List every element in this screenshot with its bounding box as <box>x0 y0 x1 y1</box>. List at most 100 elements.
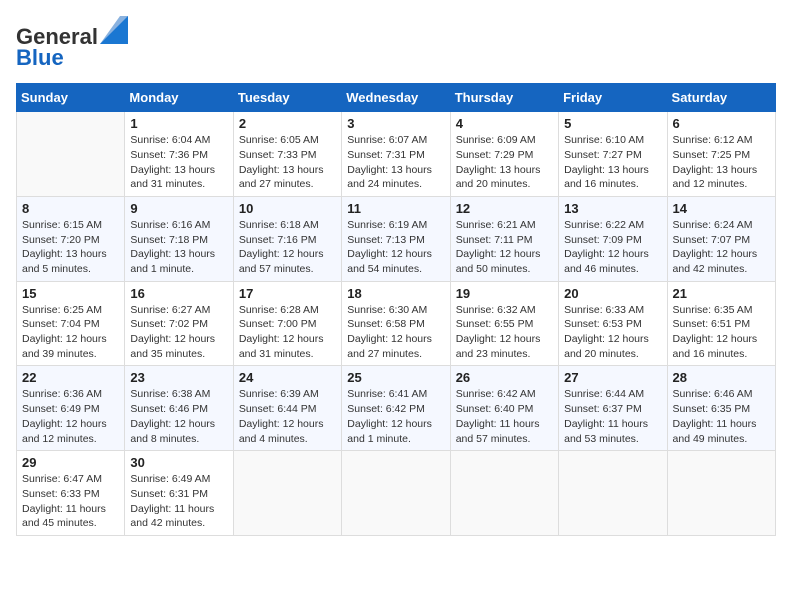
day-info: Sunrise: 6:28 AMSunset: 7:00 PMDaylight:… <box>239 304 324 360</box>
day-info: Sunrise: 6:36 AMSunset: 6:49 PMDaylight:… <box>22 388 107 444</box>
col-thursday: Thursday <box>450 84 558 112</box>
day-info: Sunrise: 6:32 AMSunset: 6:55 PMDaylight:… <box>456 304 541 360</box>
table-row <box>342 451 450 536</box>
logo-icon <box>100 16 128 44</box>
table-row: 16 Sunrise: 6:27 AMSunset: 7:02 PMDaylig… <box>125 281 233 366</box>
calendar-week-row: 1 Sunrise: 6:04 AMSunset: 7:36 PMDayligh… <box>17 112 776 197</box>
day-number: 27 <box>564 370 661 385</box>
day-number: 21 <box>673 286 770 301</box>
table-row: 1 Sunrise: 6:04 AMSunset: 7:36 PMDayligh… <box>125 112 233 197</box>
day-number: 24 <box>239 370 336 385</box>
col-monday: Monday <box>125 84 233 112</box>
calendar-week-row: 15 Sunrise: 6:25 AMSunset: 7:04 PMDaylig… <box>17 281 776 366</box>
table-row: 26 Sunrise: 6:42 AMSunset: 6:40 PMDaylig… <box>450 366 558 451</box>
table-row: 4 Sunrise: 6:09 AMSunset: 7:29 PMDayligh… <box>450 112 558 197</box>
calendar-week-row: 8 Sunrise: 6:15 AMSunset: 7:20 PMDayligh… <box>17 196 776 281</box>
day-info: Sunrise: 6:22 AMSunset: 7:09 PMDaylight:… <box>564 219 649 275</box>
table-row <box>450 451 558 536</box>
col-sunday: Sunday <box>17 84 125 112</box>
day-info: Sunrise: 6:09 AMSunset: 7:29 PMDaylight:… <box>456 134 541 190</box>
table-row: 3 Sunrise: 6:07 AMSunset: 7:31 PMDayligh… <box>342 112 450 197</box>
day-number: 4 <box>456 116 553 131</box>
table-row: 5 Sunrise: 6:10 AMSunset: 7:27 PMDayligh… <box>559 112 667 197</box>
day-info: Sunrise: 6:42 AMSunset: 6:40 PMDaylight:… <box>456 388 540 444</box>
table-row: 9 Sunrise: 6:16 AMSunset: 7:18 PMDayligh… <box>125 196 233 281</box>
calendar-header-row: Sunday Monday Tuesday Wednesday Thursday… <box>17 84 776 112</box>
table-row: 18 Sunrise: 6:30 AMSunset: 6:58 PMDaylig… <box>342 281 450 366</box>
calendar-week-row: 29 Sunrise: 6:47 AMSunset: 6:33 PMDaylig… <box>17 451 776 536</box>
day-number: 15 <box>22 286 119 301</box>
table-row: 2 Sunrise: 6:05 AMSunset: 7:33 PMDayligh… <box>233 112 341 197</box>
logo-blue-text: Blue <box>16 45 64 70</box>
table-row: 29 Sunrise: 6:47 AMSunset: 6:33 PMDaylig… <box>17 451 125 536</box>
day-info: Sunrise: 6:46 AMSunset: 6:35 PMDaylight:… <box>673 388 757 444</box>
table-row: 27 Sunrise: 6:44 AMSunset: 6:37 PMDaylig… <box>559 366 667 451</box>
day-number: 17 <box>239 286 336 301</box>
table-row: 10 Sunrise: 6:18 AMSunset: 7:16 PMDaylig… <box>233 196 341 281</box>
day-info: Sunrise: 6:38 AMSunset: 6:46 PMDaylight:… <box>130 388 215 444</box>
col-wednesday: Wednesday <box>342 84 450 112</box>
page-header: General Blue <box>16 16 776 71</box>
day-info: Sunrise: 6:35 AMSunset: 6:51 PMDaylight:… <box>673 304 758 360</box>
table-row: 15 Sunrise: 6:25 AMSunset: 7:04 PMDaylig… <box>17 281 125 366</box>
day-info: Sunrise: 6:10 AMSunset: 7:27 PMDaylight:… <box>564 134 649 190</box>
day-info: Sunrise: 6:39 AMSunset: 6:44 PMDaylight:… <box>239 388 324 444</box>
day-number: 16 <box>130 286 227 301</box>
table-row <box>233 451 341 536</box>
table-row: 19 Sunrise: 6:32 AMSunset: 6:55 PMDaylig… <box>450 281 558 366</box>
table-row: 17 Sunrise: 6:28 AMSunset: 7:00 PMDaylig… <box>233 281 341 366</box>
table-row: 24 Sunrise: 6:39 AMSunset: 6:44 PMDaylig… <box>233 366 341 451</box>
day-info: Sunrise: 6:07 AMSunset: 7:31 PMDaylight:… <box>347 134 432 190</box>
day-info: Sunrise: 6:05 AMSunset: 7:33 PMDaylight:… <box>239 134 324 190</box>
day-number: 3 <box>347 116 444 131</box>
col-saturday: Saturday <box>667 84 775 112</box>
day-number: 13 <box>564 201 661 216</box>
day-info: Sunrise: 6:41 AMSunset: 6:42 PMDaylight:… <box>347 388 432 444</box>
day-number: 10 <box>239 201 336 216</box>
table-row <box>667 451 775 536</box>
day-number: 22 <box>22 370 119 385</box>
day-number: 25 <box>347 370 444 385</box>
day-info: Sunrise: 6:25 AMSunset: 7:04 PMDaylight:… <box>22 304 107 360</box>
calendar-week-row: 22 Sunrise: 6:36 AMSunset: 6:49 PMDaylig… <box>17 366 776 451</box>
day-number: 20 <box>564 286 661 301</box>
table-row: 12 Sunrise: 6:21 AMSunset: 7:11 PMDaylig… <box>450 196 558 281</box>
day-number: 28 <box>673 370 770 385</box>
day-info: Sunrise: 6:33 AMSunset: 6:53 PMDaylight:… <box>564 304 649 360</box>
day-info: Sunrise: 6:21 AMSunset: 7:11 PMDaylight:… <box>456 219 541 275</box>
table-row: 20 Sunrise: 6:33 AMSunset: 6:53 PMDaylig… <box>559 281 667 366</box>
day-number: 9 <box>130 201 227 216</box>
day-number: 23 <box>130 370 227 385</box>
day-info: Sunrise: 6:44 AMSunset: 6:37 PMDaylight:… <box>564 388 648 444</box>
day-info: Sunrise: 6:04 AMSunset: 7:36 PMDaylight:… <box>130 134 215 190</box>
day-number: 29 <box>22 455 119 470</box>
day-info: Sunrise: 6:27 AMSunset: 7:02 PMDaylight:… <box>130 304 215 360</box>
day-number: 30 <box>130 455 227 470</box>
day-info: Sunrise: 6:30 AMSunset: 6:58 PMDaylight:… <box>347 304 432 360</box>
table-row: 23 Sunrise: 6:38 AMSunset: 6:46 PMDaylig… <box>125 366 233 451</box>
day-number: 18 <box>347 286 444 301</box>
col-tuesday: Tuesday <box>233 84 341 112</box>
day-number: 26 <box>456 370 553 385</box>
logo: General Blue <box>16 16 128 71</box>
table-row <box>559 451 667 536</box>
day-info: Sunrise: 6:19 AMSunset: 7:13 PMDaylight:… <box>347 219 432 275</box>
table-row: 28 Sunrise: 6:46 AMSunset: 6:35 PMDaylig… <box>667 366 775 451</box>
table-row: 21 Sunrise: 6:35 AMSunset: 6:51 PMDaylig… <box>667 281 775 366</box>
day-number: 2 <box>239 116 336 131</box>
day-number: 11 <box>347 201 444 216</box>
day-info: Sunrise: 6:16 AMSunset: 7:18 PMDaylight:… <box>130 219 215 275</box>
table-row: 25 Sunrise: 6:41 AMSunset: 6:42 PMDaylig… <box>342 366 450 451</box>
day-number: 8 <box>22 201 119 216</box>
day-info: Sunrise: 6:15 AMSunset: 7:20 PMDaylight:… <box>22 219 107 275</box>
table-row <box>17 112 125 197</box>
calendar-table: Sunday Monday Tuesday Wednesday Thursday… <box>16 83 776 536</box>
day-number: 19 <box>456 286 553 301</box>
day-number: 6 <box>673 116 770 131</box>
day-info: Sunrise: 6:47 AMSunset: 6:33 PMDaylight:… <box>22 473 106 529</box>
day-info: Sunrise: 6:18 AMSunset: 7:16 PMDaylight:… <box>239 219 324 275</box>
table-row: 6 Sunrise: 6:12 AMSunset: 7:25 PMDayligh… <box>667 112 775 197</box>
table-row: 8 Sunrise: 6:15 AMSunset: 7:20 PMDayligh… <box>17 196 125 281</box>
col-friday: Friday <box>559 84 667 112</box>
table-row: 11 Sunrise: 6:19 AMSunset: 7:13 PMDaylig… <box>342 196 450 281</box>
